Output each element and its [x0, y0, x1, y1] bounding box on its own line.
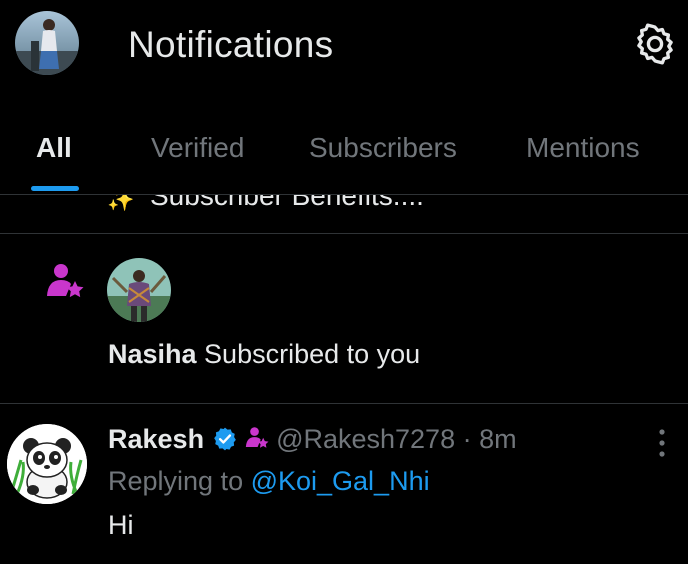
notification-text: Subscriber Benefits....	[150, 195, 424, 211]
post-header: Rakesh @Rakesh7278 · 8m	[108, 424, 517, 455]
active-tab-indicator	[31, 186, 79, 191]
verified-badge-icon	[212, 426, 238, 452]
notification-item-truncated[interactable]: ✨ Subscriber Benefits....	[0, 195, 688, 234]
subscriber-star-icon	[44, 262, 86, 304]
sparkles-icon: ✨	[107, 195, 135, 212]
author-handle[interactable]: @Rakesh7278	[276, 424, 455, 454]
tab-all[interactable]: All	[36, 132, 72, 164]
replying-to-link[interactable]: @Koi_Gal_Nhi	[251, 466, 430, 496]
post-timestamp[interactable]: 8m	[479, 424, 517, 454]
replying-to-prefix: Replying to	[108, 466, 251, 496]
subscriber-avatar[interactable]	[107, 258, 171, 322]
subscription-action-text: Subscribed to you	[196, 339, 421, 369]
post-text: Hi	[108, 510, 134, 540]
subscriber-name[interactable]: Nasiha	[108, 339, 197, 369]
notification-tabs: All Verified Subscribers Mentions	[0, 122, 688, 195]
subscriber-badge-icon	[244, 426, 270, 452]
notification-item-subscription[interactable]: Nasiha Subscribed to you	[0, 234, 688, 404]
tab-subscribers[interactable]: Subscribers	[309, 132, 457, 164]
tab-mentions[interactable]: Mentions	[526, 132, 640, 164]
more-vertical-icon[interactable]	[652, 426, 672, 460]
tab-verified[interactable]: Verified	[151, 132, 244, 164]
author-name[interactable]: Rakesh	[108, 424, 204, 454]
replying-to-line: Replying to @Koi_Gal_Nhi	[108, 466, 430, 497]
gear-icon[interactable]	[633, 22, 677, 66]
author-avatar[interactable]	[7, 424, 87, 504]
page-title: Notifications	[128, 24, 334, 65]
profile-avatar[interactable]	[15, 11, 79, 75]
time-separator: ·	[455, 424, 480, 454]
subscription-message: Nasiha Subscribed to you	[108, 339, 420, 370]
top-app-bar: Notifications	[0, 0, 688, 92]
reply-post[interactable]: Rakesh @Rakesh7278 · 8m Replying to @Koi_…	[0, 404, 688, 564]
